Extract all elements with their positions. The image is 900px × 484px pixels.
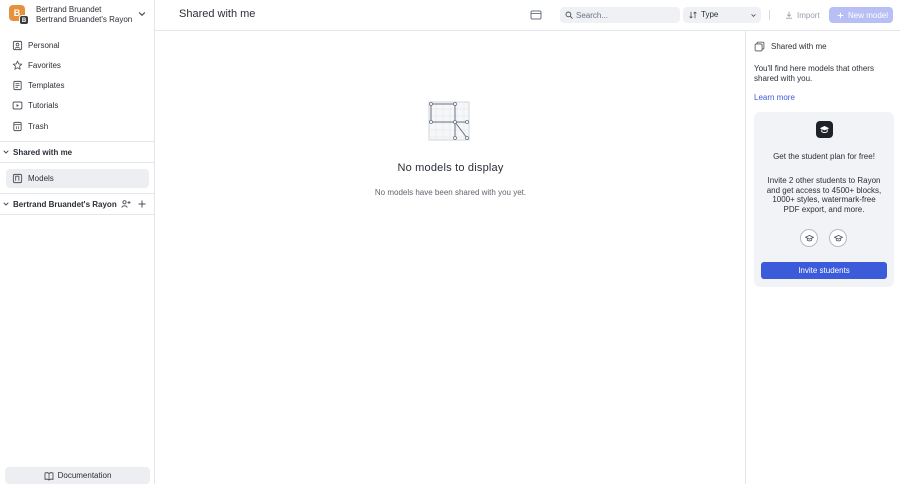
student-plan-card: Get the student plan for free! Invite 2 …: [754, 112, 894, 287]
star-icon: [12, 60, 23, 70]
section-org[interactable]: Bertrand Bruandet's Rayon: [0, 193, 155, 215]
sidebar-item-label: Personal: [28, 40, 60, 50]
type-filter-label: Type: [701, 10, 719, 19]
panel-toggle-icon[interactable]: [530, 9, 542, 21]
sidebar-item-personal[interactable]: Personal: [6, 35, 149, 55]
section-label: Bertrand Bruandet's Rayon: [13, 199, 117, 209]
person-folder-icon: [12, 40, 23, 50]
plus-icon[interactable]: [137, 199, 147, 209]
sidebar-item-label: Trash: [28, 121, 49, 131]
section-label: Shared with me: [13, 147, 73, 157]
share-users-icon[interactable]: [121, 199, 131, 209]
info-panel-description: You'll find here models that others shar…: [754, 64, 874, 83]
search-icon: [565, 11, 573, 19]
import-button[interactable]: Import: [780, 7, 826, 23]
account-switcher[interactable]: B B Bertrand Bruandet Bertrand Bruandet'…: [6, 4, 149, 28]
sidebar-item-favorites[interactable]: Favorites: [6, 55, 149, 75]
play-icon: [12, 101, 23, 110]
sidebar: B B Bertrand Bruandet Bertrand Bruandet'…: [0, 0, 155, 484]
sidebar-item-label: Templates: [28, 81, 65, 91]
learn-more-link[interactable]: Learn more: [754, 93, 795, 102]
org-avatar: B: [19, 15, 29, 25]
sidebar-item-tutorials[interactable]: Tutorials: [6, 96, 149, 116]
empty-state-subtitle: No models have been shared with you yet.: [374, 188, 527, 197]
empty-models-illustration: [428, 101, 470, 141]
documentation-button[interactable]: Documentation: [5, 467, 150, 484]
chevron-down-icon: [751, 14, 756, 17]
chevron-down-icon[interactable]: [137, 9, 147, 19]
info-panel-title: Shared with me: [771, 42, 827, 51]
model-icon: [12, 173, 23, 184]
page-title: Shared with me: [179, 8, 256, 20]
plus-icon: [837, 12, 844, 18]
graduation-cap-icon: [816, 121, 833, 138]
invite-students-button[interactable]: Invite students: [761, 262, 887, 279]
student-slot-icon: [829, 229, 847, 247]
sidebar-item-trash[interactable]: Trash: [6, 116, 149, 136]
top-bar: Shared with me Type Import New model: [155, 0, 900, 31]
sidebar-item-label: Favorites: [28, 60, 61, 70]
sidebar-item-label: Models: [28, 174, 54, 183]
toolbar-divider: [769, 10, 770, 20]
caret-down-icon: [3, 150, 9, 154]
sidebar-item-label: Tutorials: [28, 101, 59, 111]
section-shared-with-me[interactable]: Shared with me: [0, 141, 155, 163]
promo-title: Get the student plan for free!: [773, 152, 875, 161]
documentation-label: Documentation: [57, 471, 112, 480]
new-model-label: New model: [848, 10, 889, 20]
sidebar-item-templates[interactable]: Templates: [6, 76, 149, 96]
empty-state: No models to display No models have been…: [155, 31, 746, 484]
caret-down-icon: [3, 202, 9, 206]
empty-state-title: No models to display: [397, 162, 504, 174]
student-slot-icon: [800, 229, 818, 247]
new-model-button[interactable]: New model: [829, 7, 893, 23]
info-panel: Shared with me You'll find here models t…: [745, 31, 900, 484]
search-box: [560, 7, 680, 23]
account-org: Bertrand Bruandet's Rayon: [36, 15, 133, 24]
book-icon: [44, 471, 54, 480]
shared-icon: [754, 41, 765, 52]
type-filter-dropdown[interactable]: Type: [683, 7, 761, 23]
sidebar-nav: Personal Favorites Templates Tutorials T…: [6, 35, 149, 136]
section-actions: [121, 199, 147, 209]
import-label: Import: [797, 10, 820, 20]
template-icon: [13, 81, 22, 91]
download-icon: [786, 11, 792, 19]
sidebar-item-models[interactable]: Models: [6, 169, 149, 188]
account-name: Bertrand Bruandet: [36, 5, 102, 14]
search-input[interactable]: [576, 7, 676, 23]
info-panel-header: Shared with me: [754, 41, 827, 52]
trash-icon: [13, 121, 22, 131]
sort-icon: [689, 11, 697, 19]
promo-body: Invite 2 other students to Rayon and get…: [766, 176, 882, 214]
